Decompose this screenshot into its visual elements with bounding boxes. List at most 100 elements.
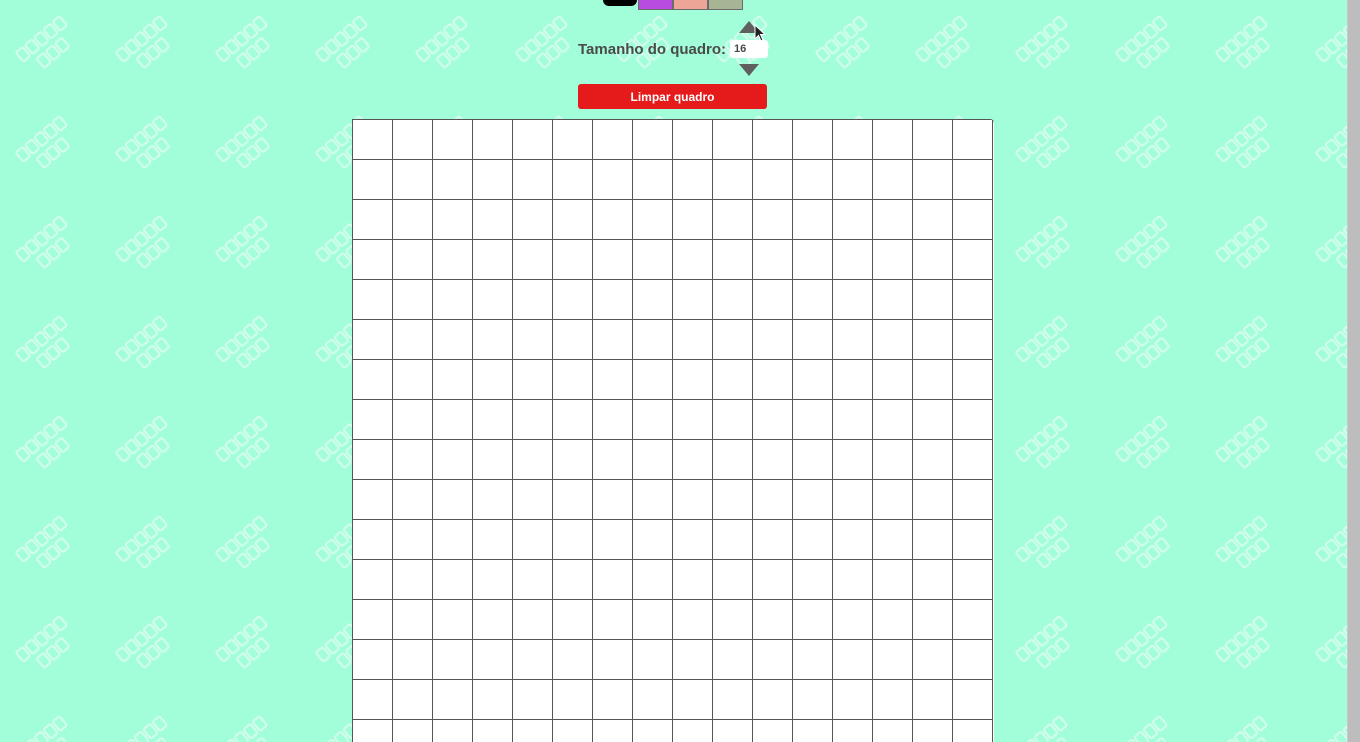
pixel-cell[interactable] bbox=[953, 640, 993, 680]
pixel-cell[interactable] bbox=[633, 640, 673, 680]
pixel-cell[interactable] bbox=[433, 560, 473, 600]
pixel-cell[interactable] bbox=[633, 360, 673, 400]
pixel-cell[interactable] bbox=[713, 120, 753, 160]
pixel-cell[interactable] bbox=[513, 120, 553, 160]
pixel-cell[interactable] bbox=[873, 440, 913, 480]
pixel-cell[interactable] bbox=[633, 160, 673, 200]
pixel-cell[interactable] bbox=[513, 360, 553, 400]
pixel-cell[interactable] bbox=[833, 640, 873, 680]
pixel-cell[interactable] bbox=[393, 120, 433, 160]
pixel-cell[interactable] bbox=[833, 200, 873, 240]
pixel-cell[interactable] bbox=[753, 520, 793, 560]
pixel-cell[interactable] bbox=[353, 400, 393, 440]
pixel-cell[interactable] bbox=[673, 160, 713, 200]
pixel-cell[interactable] bbox=[353, 560, 393, 600]
pixel-cell[interactable] bbox=[833, 680, 873, 720]
pixel-cell[interactable] bbox=[953, 480, 993, 520]
pixel-cell[interactable] bbox=[913, 240, 953, 280]
pixel-cell[interactable] bbox=[393, 640, 433, 680]
pixel-cell[interactable] bbox=[713, 200, 753, 240]
pixel-cell[interactable] bbox=[513, 280, 553, 320]
pixel-cell[interactable] bbox=[553, 320, 593, 360]
pixel-cell[interactable] bbox=[673, 320, 713, 360]
pixel-cell[interactable] bbox=[553, 160, 593, 200]
pixel-cell[interactable] bbox=[673, 400, 713, 440]
pixel-cell[interactable] bbox=[593, 680, 633, 720]
pixel-cell[interactable] bbox=[833, 720, 873, 742]
pixel-cell[interactable] bbox=[553, 240, 593, 280]
pixel-cell[interactable] bbox=[433, 480, 473, 520]
pixel-cell[interactable] bbox=[713, 280, 753, 320]
pixel-cell[interactable] bbox=[393, 280, 433, 320]
pixel-cell[interactable] bbox=[833, 440, 873, 480]
page-scrollbar[interactable] bbox=[1347, 0, 1360, 742]
pixel-cell[interactable] bbox=[593, 120, 633, 160]
pixel-cell[interactable] bbox=[713, 160, 753, 200]
pixel-cell[interactable] bbox=[713, 520, 753, 560]
pixel-cell[interactable] bbox=[913, 640, 953, 680]
pixel-cell[interactable] bbox=[913, 200, 953, 240]
pixel-cell[interactable] bbox=[633, 240, 673, 280]
pixel-cell[interactable] bbox=[833, 120, 873, 160]
pixel-cell[interactable] bbox=[673, 360, 713, 400]
pixel-cell[interactable] bbox=[593, 720, 633, 742]
pixel-cell[interactable] bbox=[393, 240, 433, 280]
pixel-cell[interactable] bbox=[953, 200, 993, 240]
pixel-cell[interactable] bbox=[593, 240, 633, 280]
pixel-cell[interactable] bbox=[513, 320, 553, 360]
pixel-cell[interactable] bbox=[673, 600, 713, 640]
pixel-cell[interactable] bbox=[793, 200, 833, 240]
pixel-cell[interactable] bbox=[673, 560, 713, 600]
pixel-cell[interactable] bbox=[393, 600, 433, 640]
pixel-cell[interactable] bbox=[393, 400, 433, 440]
pixel-cell[interactable] bbox=[793, 480, 833, 520]
pixel-cell[interactable] bbox=[633, 120, 673, 160]
pixel-cell[interactable] bbox=[633, 600, 673, 640]
pixel-cell[interactable] bbox=[433, 120, 473, 160]
pixel-cell[interactable] bbox=[433, 680, 473, 720]
pixel-cell[interactable] bbox=[513, 600, 553, 640]
pixel-cell[interactable] bbox=[833, 560, 873, 600]
board-size-input[interactable] bbox=[730, 40, 769, 58]
pixel-cell[interactable] bbox=[473, 600, 513, 640]
color-swatch-black[interactable] bbox=[603, 0, 637, 6]
pixel-cell[interactable] bbox=[513, 440, 553, 480]
pixel-cell[interactable] bbox=[793, 160, 833, 200]
pixel-cell[interactable] bbox=[713, 240, 753, 280]
pixel-cell[interactable] bbox=[913, 720, 953, 742]
pixel-cell[interactable] bbox=[753, 360, 793, 400]
pixel-cell[interactable] bbox=[633, 720, 673, 742]
pixel-cell[interactable] bbox=[913, 680, 953, 720]
pixel-cell[interactable] bbox=[593, 320, 633, 360]
pixel-cell[interactable] bbox=[913, 160, 953, 200]
pixel-cell[interactable] bbox=[673, 440, 713, 480]
pixel-cell[interactable] bbox=[753, 440, 793, 480]
pixel-cell[interactable] bbox=[473, 200, 513, 240]
pixel-cell[interactable] bbox=[673, 120, 713, 160]
pixel-cell[interactable] bbox=[593, 520, 633, 560]
pixel-cell[interactable] bbox=[593, 440, 633, 480]
pixel-cell[interactable] bbox=[913, 400, 953, 440]
pixel-cell[interactable] bbox=[433, 400, 473, 440]
pixel-cell[interactable] bbox=[873, 240, 913, 280]
pixel-cell[interactable] bbox=[793, 640, 833, 680]
pixel-cell[interactable] bbox=[833, 520, 873, 560]
pixel-cell[interactable] bbox=[553, 720, 593, 742]
pixel-cell[interactable] bbox=[913, 560, 953, 600]
pixel-cell[interactable] bbox=[873, 200, 913, 240]
pixel-cell[interactable] bbox=[633, 560, 673, 600]
pixel-cell[interactable] bbox=[553, 640, 593, 680]
pixel-cell[interactable] bbox=[513, 640, 553, 680]
pixel-cell[interactable] bbox=[433, 440, 473, 480]
pixel-cell[interactable] bbox=[873, 120, 913, 160]
pixel-cell[interactable] bbox=[353, 600, 393, 640]
pixel-cell[interactable] bbox=[393, 360, 433, 400]
pixel-cell[interactable] bbox=[633, 280, 673, 320]
pixel-cell[interactable] bbox=[473, 160, 513, 200]
pixel-cell[interactable] bbox=[913, 320, 953, 360]
pixel-cell[interactable] bbox=[593, 160, 633, 200]
pixel-cell[interactable] bbox=[593, 400, 633, 440]
pixel-cell[interactable] bbox=[793, 560, 833, 600]
pixel-cell[interactable] bbox=[553, 120, 593, 160]
pixel-cell[interactable] bbox=[873, 640, 913, 680]
